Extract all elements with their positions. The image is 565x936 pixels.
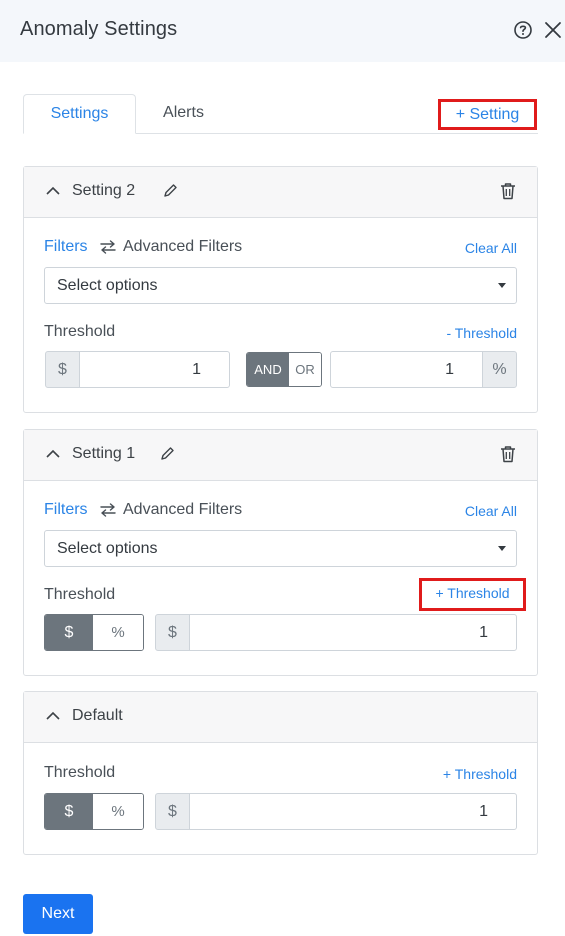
caret-down-icon (498, 283, 506, 288)
dialog-header: Anomaly Settings (0, 0, 565, 62)
tab-settings[interactable]: Settings (23, 94, 136, 134)
advanced-filters-link[interactable]: Advanced Filters (123, 501, 242, 519)
filters-link[interactable]: Filters (44, 238, 88, 256)
add-threshold-link[interactable]: + Threshold (443, 766, 517, 782)
default-card-header[interactable]: Default (24, 692, 537, 743)
currency-addon: $ (45, 351, 80, 388)
chevron-up-icon[interactable] (46, 449, 60, 459)
percent-unit-button[interactable]: % (93, 615, 143, 650)
close-icon[interactable] (544, 21, 562, 39)
and-or-toggle: AND OR (246, 352, 322, 387)
and-toggle-button[interactable]: AND (247, 353, 289, 386)
chevron-up-icon[interactable] (46, 186, 60, 196)
percent-addon: % (482, 351, 517, 388)
trash-icon[interactable] (500, 182, 516, 200)
or-toggle-button[interactable]: OR (289, 353, 321, 386)
percent-input[interactable]: 1 (330, 351, 483, 388)
swap-arrows-icon[interactable] (100, 240, 116, 254)
default-title: Default (72, 707, 123, 724)
dollar-unit-button[interactable]: $ (45, 615, 93, 650)
threshold-label: Threshold (44, 323, 116, 340)
setting-card: Setting 2 Filters Advanced Filters Clear… (23, 166, 538, 413)
clear-all-link[interactable]: Clear All (465, 240, 517, 256)
setting-card-header[interactable]: Setting 1 (24, 430, 537, 481)
remove-threshold-link[interactable]: - Threshold (446, 325, 517, 341)
select-placeholder: Select options (57, 540, 158, 557)
question-circle-icon[interactable] (513, 20, 533, 40)
pencil-icon[interactable] (160, 446, 175, 461)
threshold-label: Threshold (44, 586, 116, 603)
clear-all-link[interactable]: Clear All (465, 503, 517, 519)
swap-arrows-icon[interactable] (100, 503, 116, 517)
setting-card-header[interactable]: Setting 2 (24, 167, 537, 218)
filters-link[interactable]: Filters (44, 501, 88, 519)
setting-card: Setting 1 Filters Advanced Filters Clear… (23, 429, 538, 676)
currency-addon: $ (155, 793, 190, 830)
add-setting-button[interactable]: + Setting (438, 99, 537, 130)
filter-select[interactable]: Select options (44, 530, 517, 567)
amount-input[interactable]: 1 (189, 793, 517, 830)
caret-down-icon (498, 546, 506, 551)
unit-toggle: $ % (44, 614, 144, 651)
advanced-filters-link[interactable]: Advanced Filters (123, 238, 242, 256)
amount-input[interactable]: 1 (189, 614, 517, 651)
unit-toggle: $ % (44, 793, 144, 830)
select-placeholder: Select options (57, 277, 158, 294)
default-card: Default Threshold + Threshold $ % $ 1 (23, 691, 538, 855)
setting-title: Setting 1 (72, 445, 136, 462)
pencil-icon[interactable] (163, 183, 178, 198)
threshold-label: Threshold (44, 764, 116, 781)
setting-title: Setting 2 (72, 182, 136, 199)
add-threshold-link[interactable]: + Threshold (419, 578, 526, 611)
dollar-unit-button[interactable]: $ (45, 794, 93, 829)
dialog-title: Anomaly Settings (20, 18, 178, 40)
currency-addon: $ (155, 614, 190, 651)
chevron-up-icon[interactable] (46, 711, 60, 721)
next-button[interactable]: Next (23, 894, 93, 934)
percent-unit-button[interactable]: % (93, 794, 143, 829)
tab-alerts[interactable]: Alerts (136, 94, 231, 134)
filter-select[interactable]: Select options (44, 267, 517, 304)
amount-input[interactable]: 1 (79, 351, 230, 388)
trash-icon[interactable] (500, 445, 516, 463)
